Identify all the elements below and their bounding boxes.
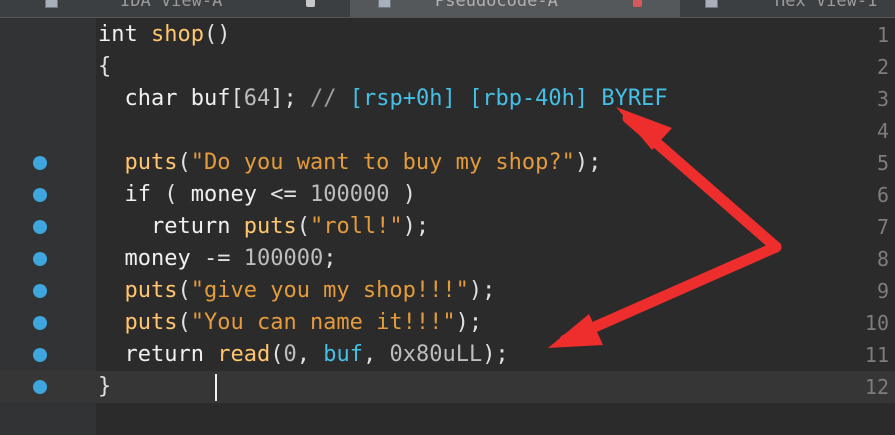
line-number: 10 [864, 311, 889, 335]
breakpoint-dot-icon[interactable] [33, 188, 47, 202]
code-line-12[interactable]: 12 } [0, 371, 895, 403]
line-number: 6 [876, 183, 889, 207]
text-cursor [215, 374, 217, 401]
code-text: money -= 100000; [124, 246, 337, 271]
breakpoint-dot-icon[interactable] [33, 252, 47, 266]
code-text: return read(0, buf, 0x80uLL); [124, 342, 509, 367]
code-text: return puts("roll!"); [150, 214, 430, 239]
code-text: puts("Do you want to buy my shop?"); [124, 150, 602, 175]
tab-label: Pseudocode-A [435, 0, 558, 11]
line-number: 3 [876, 87, 889, 111]
code-line-5[interactable]: 5 puts("Do you want to buy my shop?"); [0, 147, 895, 179]
line-number: 4 [876, 119, 889, 143]
breakpoint-dot-icon[interactable] [33, 380, 47, 394]
code-line-4[interactable]: 4 [0, 115, 895, 147]
code-line-10[interactable]: 10 puts("You can name it!!!"); [0, 307, 895, 339]
close-icon[interactable] [306, 0, 315, 7]
breakpoint-dot-icon[interactable] [33, 348, 47, 362]
code-text: char buf[64]; // [rsp+0h] [rbp-40h] BYRE… [124, 86, 668, 111]
breakpoint-dot-icon[interactable] [33, 220, 47, 234]
code-text: puts("You can name it!!!"); [124, 310, 483, 335]
tab-bar: IDA View-A Pseudocode-A Hex View-1 [0, 0, 895, 17]
line-number: 8 [876, 247, 889, 271]
pseudocode-icon [378, 0, 391, 8]
code-line-7[interactable]: 7 return puts("roll!"); [0, 211, 895, 243]
code-text: int shop() [98, 22, 231, 47]
code-line-8[interactable]: 8 money -= 100000; [0, 243, 895, 275]
tab-label: Hex View-1 [775, 0, 878, 11]
code-line-6[interactable]: 6 if ( money <= 100000 ) [0, 179, 895, 211]
hex-view-icon [705, 0, 718, 8]
tab-label: IDA View-A [120, 0, 223, 11]
breakpoint-dot-icon[interactable] [33, 156, 47, 170]
code-line-9[interactable]: 9 puts("give you my shop!!!"); [0, 275, 895, 307]
code-line-2[interactable]: 2 { [0, 51, 895, 83]
breakpoint-dot-icon[interactable] [33, 284, 47, 298]
code-text: if ( money <= 100000 ) [124, 182, 416, 207]
code-line-11[interactable]: 11 return read(0, buf, 0x80uLL); [0, 339, 895, 371]
line-number: 1 [876, 23, 889, 47]
breakpoint-dot-icon[interactable] [33, 316, 47, 330]
code-text: } [98, 374, 112, 399]
code-text: { [98, 54, 112, 79]
line-number: 11 [864, 343, 889, 367]
close-icon[interactable] [633, 0, 642, 7]
code-line-1[interactable]: 1 int shop() [0, 19, 895, 51]
tab-pseudocode-a[interactable]: Pseudocode-A [350, 0, 680, 17]
code-text: puts("give you my shop!!!"); [124, 278, 496, 303]
line-number: 9 [876, 279, 889, 303]
tab-ida-view-a[interactable]: IDA View-A [0, 0, 350, 17]
tab-hex-view-1[interactable]: Hex View-1 [680, 0, 895, 17]
pseudocode-editor[interactable]: 1 int shop() 2 { 3 char buf[64]; // [rsp… [0, 18, 895, 435]
line-number: 7 [876, 215, 889, 239]
line-number: 5 [876, 151, 889, 175]
code-line-3[interactable]: 3 char buf[64]; // [rsp+0h] [rbp-40h] BY… [0, 83, 895, 115]
line-number: 2 [876, 55, 889, 79]
line-number: 12 [864, 375, 889, 399]
ida-view-icon [45, 0, 58, 8]
